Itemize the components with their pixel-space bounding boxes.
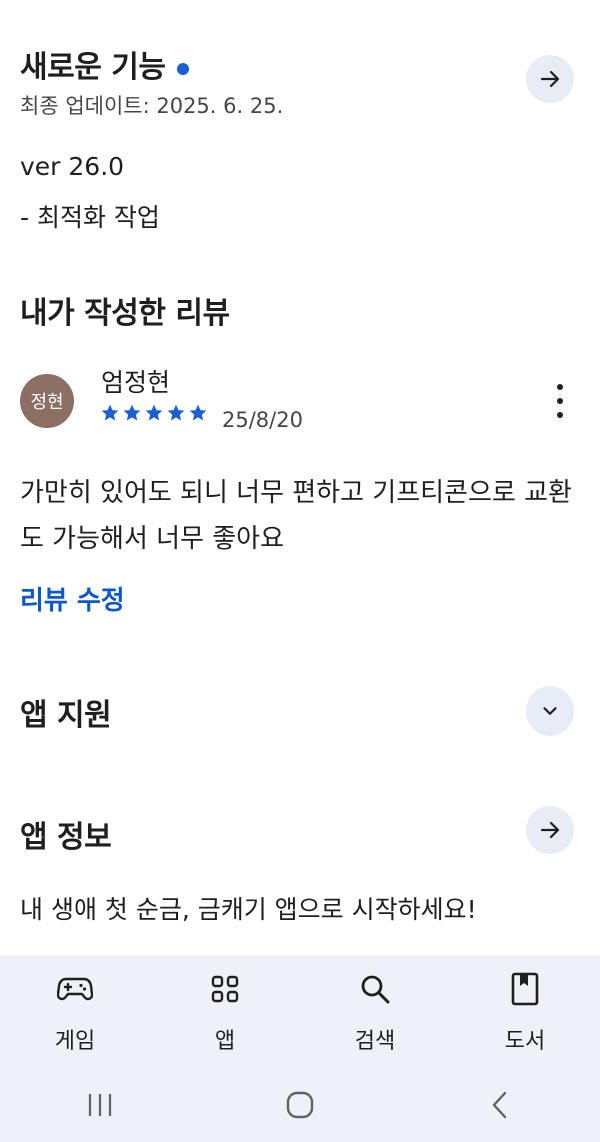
nav-item-apps[interactable]: 앱 bbox=[150, 955, 300, 1068]
book-icon bbox=[507, 971, 543, 1007]
gamepad-icon bbox=[57, 971, 93, 1007]
new-indicator-dot bbox=[177, 62, 190, 75]
nav-label-games: 게임 bbox=[54, 1029, 96, 1054]
chevron-down-icon bbox=[543, 707, 557, 715]
version-text: ver 26.0 bbox=[20, 152, 125, 181]
back-icon bbox=[492, 1091, 507, 1119]
nav-label-search: 검색 bbox=[354, 1029, 396, 1054]
star-icon bbox=[101, 404, 119, 421]
app-support-title: 앱 지원 bbox=[20, 698, 112, 733]
apps-grid-icon bbox=[207, 971, 243, 1007]
whats-new-title: 새로운 기능 bbox=[20, 50, 166, 85]
bottom-navigation: 게임 앱 검색 도서 bbox=[0, 955, 600, 1068]
star-rating bbox=[100, 403, 208, 423]
my-review-title: 내가 작성한 리뷰 bbox=[20, 296, 230, 331]
app-support-expand-button[interactable] bbox=[526, 686, 574, 736]
app-info-arrow-button[interactable] bbox=[526, 806, 574, 854]
app-description: 내 생애 첫 순금, 금캐기 앱으로 시작하세요! bbox=[20, 895, 477, 924]
recent-apps-button[interactable] bbox=[40, 1085, 160, 1125]
star-icon bbox=[123, 404, 141, 421]
back-button[interactable] bbox=[440, 1085, 560, 1125]
star-icon bbox=[189, 404, 207, 421]
app-info-title: 앱 정보 bbox=[20, 820, 112, 855]
system-navigation-bar bbox=[0, 1068, 600, 1142]
edit-review-link[interactable]: 리뷰 수정 bbox=[20, 580, 125, 617]
more-vert-icon bbox=[557, 384, 563, 390]
nav-item-games[interactable]: 게임 bbox=[0, 955, 150, 1068]
app-info-header: 앱 정보 bbox=[20, 812, 112, 856]
star-icon bbox=[167, 404, 185, 421]
reviewer-name: 엄정현 bbox=[101, 368, 171, 397]
last-updated: 최종 업데이트: 2025. 6. 25. bbox=[20, 94, 284, 118]
avatar: 정현 bbox=[20, 374, 74, 428]
recents-icon bbox=[88, 1094, 112, 1116]
arrow-right-icon bbox=[540, 821, 560, 839]
app-support-header: 앱 지원 bbox=[20, 690, 112, 734]
nav-item-search[interactable]: 검색 bbox=[300, 955, 450, 1068]
arrow-right-icon bbox=[540, 70, 560, 88]
search-icon bbox=[357, 971, 393, 1007]
app-details-page: 새로운 기능 최종 업데이트: 2025. 6. 25. ver 26.0 - … bbox=[0, 0, 600, 1142]
star-icon bbox=[145, 404, 163, 421]
more-options-button[interactable] bbox=[548, 384, 572, 418]
whats-new-header: 새로운 기능 bbox=[20, 42, 190, 86]
nav-label-apps: 앱 bbox=[214, 1029, 236, 1054]
review-text: 가만히 있어도 되니 너무 편하고 기프티콘으로 교환도 가능해서 너무 좋아요 bbox=[20, 478, 572, 554]
review-date: 25/8/20 bbox=[222, 408, 303, 432]
release-note: - 최적화 작업 bbox=[20, 203, 160, 232]
my-review-header: 내가 작성한 리뷰 bbox=[20, 288, 230, 332]
home-icon bbox=[286, 1091, 314, 1119]
nav-item-books[interactable]: 도서 bbox=[450, 955, 600, 1068]
whats-new-arrow-button[interactable] bbox=[526, 55, 574, 103]
nav-label-books: 도서 bbox=[504, 1029, 546, 1054]
home-button[interactable] bbox=[240, 1085, 360, 1125]
